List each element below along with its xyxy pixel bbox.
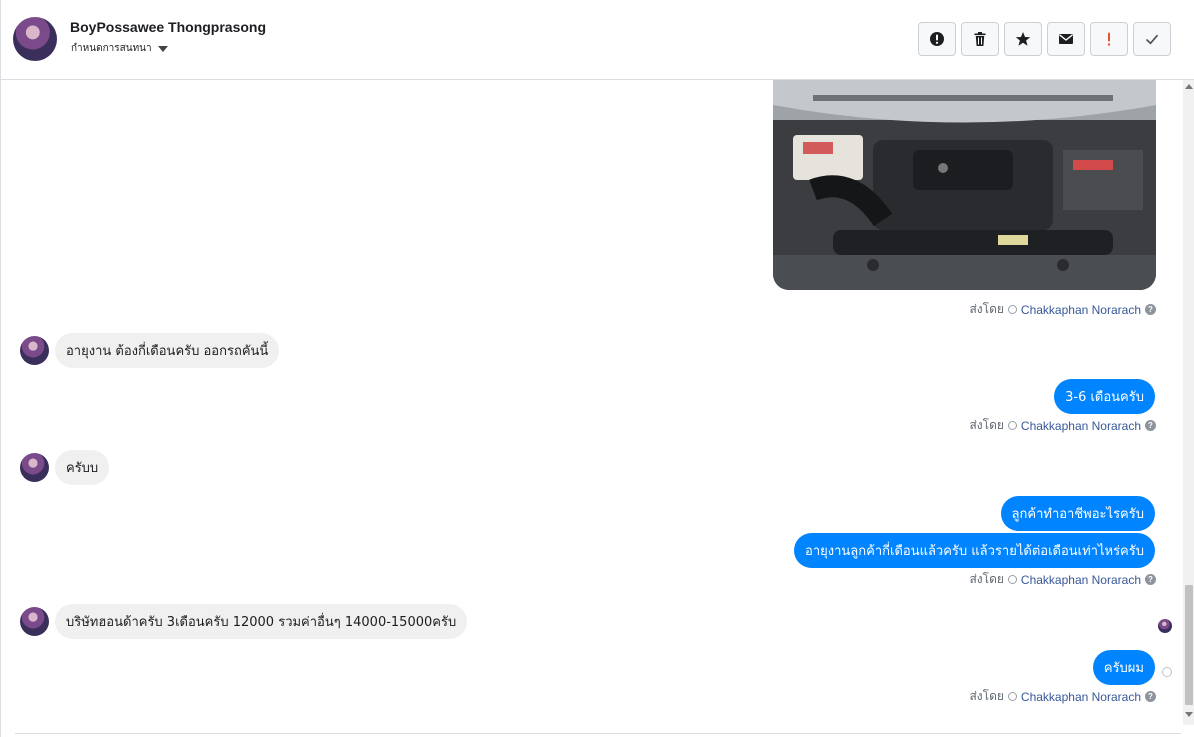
outgoing-message-bubble[interactable]: อายุงานลูกค้ากี่เดือนแล้วครับ แล้วรายได้… bbox=[794, 533, 1155, 568]
scroll-up-arrow-icon[interactable] bbox=[1185, 84, 1193, 89]
check-circle-icon bbox=[1007, 305, 1017, 314]
engine-photo-attachment[interactable] bbox=[773, 80, 1156, 290]
conversation-header: BoyPossawee Thongprasong กำหนดการสนทนา bbox=[1, 0, 1194, 80]
agent-name-link[interactable]: Chakkaphan Norarach bbox=[1021, 690, 1141, 704]
check-circle-icon bbox=[1007, 575, 1017, 584]
incoming-message-row: ครับบ bbox=[20, 450, 110, 485]
engine-photo bbox=[773, 80, 1156, 290]
sender-avatar[interactable] bbox=[20, 607, 49, 636]
check-circle-icon bbox=[1007, 421, 1017, 430]
outgoing-message-bubble[interactable]: ครับผม bbox=[1092, 650, 1155, 685]
done-button[interactable] bbox=[1133, 22, 1171, 56]
composer-divider bbox=[15, 733, 1181, 734]
sent-by-note: ส่งโดย Chakkaphan Norarach ? bbox=[969, 300, 1156, 319]
checkmark-icon bbox=[1145, 34, 1159, 45]
envelope-icon bbox=[1059, 34, 1073, 44]
star-icon bbox=[1015, 32, 1031, 46]
conversation-status-dropdown[interactable]: กำหนดการสนทนา bbox=[71, 41, 168, 56]
contact-avatar[interactable] bbox=[13, 17, 57, 61]
sender-avatar[interactable] bbox=[20, 453, 49, 482]
seen-by-avatar bbox=[1158, 619, 1172, 633]
incoming-message-row: บริษัทฮอนด้าครับ 3เดือนครับ 12000 รวมค่า… bbox=[20, 604, 468, 639]
sender-avatar[interactable] bbox=[20, 336, 49, 365]
important-button[interactable] bbox=[1090, 22, 1128, 56]
scroll-down-arrow-icon[interactable] bbox=[1185, 712, 1193, 717]
trash-icon bbox=[974, 32, 986, 46]
agent-name-link[interactable]: Chakkaphan Norarach bbox=[1021, 303, 1141, 317]
incoming-message-bubble[interactable]: ครับบ bbox=[55, 450, 110, 485]
caret-down-icon bbox=[157, 45, 168, 52]
sent-by-prefix: ส่งโดย bbox=[969, 689, 1004, 703]
sent-by-prefix: ส่งโดย bbox=[969, 418, 1004, 432]
exclamation-icon bbox=[1107, 32, 1111, 46]
star-button[interactable] bbox=[1004, 22, 1042, 56]
agent-name-link[interactable]: Chakkaphan Norarach bbox=[1021, 419, 1141, 433]
alert-circle-icon bbox=[930, 32, 944, 46]
incoming-message-bubble[interactable]: บริษัทฮอนด้าครับ 3เดือนครับ 12000 รวมค่า… bbox=[55, 604, 468, 639]
help-icon[interactable]: ? bbox=[1145, 420, 1156, 431]
sent-by-note: ส่งโดย Chakkaphan Norarach ? bbox=[969, 570, 1156, 589]
incoming-message-bubble[interactable]: อายุงาน ต้องกี่เดือนครับ ออกรถคันนี้ bbox=[55, 333, 280, 368]
outgoing-message-bubble[interactable]: 3-6 เดือนครับ bbox=[1054, 379, 1155, 414]
contact-name[interactable]: BoyPossawee Thongprasong bbox=[70, 19, 266, 35]
mark-unread-button[interactable] bbox=[1047, 22, 1085, 56]
agent-name-link[interactable]: Chakkaphan Norarach bbox=[1021, 573, 1141, 587]
messenger-conversation: BoyPossawee Thongprasong กำหนดการสนทนา ส… bbox=[0, 0, 1194, 737]
incoming-message-row: อายุงาน ต้องกี่เดือนครับ ออกรถคันนี้ bbox=[20, 333, 280, 368]
sent-by-prefix: ส่งโดย bbox=[969, 302, 1004, 316]
conversation-status-label: กำหนดการสนทนา bbox=[71, 43, 152, 54]
outgoing-message-bubble[interactable]: ลูกค้าทำอาชีพอะไรครับ bbox=[1000, 496, 1155, 531]
delete-button[interactable] bbox=[961, 22, 999, 56]
help-icon[interactable]: ? bbox=[1145, 691, 1156, 702]
scrollbar-thumb[interactable] bbox=[1185, 585, 1193, 705]
delivered-status-icon bbox=[1162, 667, 1172, 677]
help-icon[interactable]: ? bbox=[1145, 304, 1156, 315]
sent-by-prefix: ส่งโดย bbox=[969, 572, 1004, 586]
help-icon[interactable]: ? bbox=[1145, 574, 1156, 585]
conversation-toolbar bbox=[918, 22, 1171, 56]
sent-by-note: ส่งโดย Chakkaphan Norarach ? bbox=[969, 416, 1156, 435]
check-circle-icon bbox=[1007, 692, 1017, 701]
sent-by-note: ส่งโดย Chakkaphan Norarach ? bbox=[969, 687, 1156, 706]
report-spam-button[interactable] bbox=[918, 22, 956, 56]
